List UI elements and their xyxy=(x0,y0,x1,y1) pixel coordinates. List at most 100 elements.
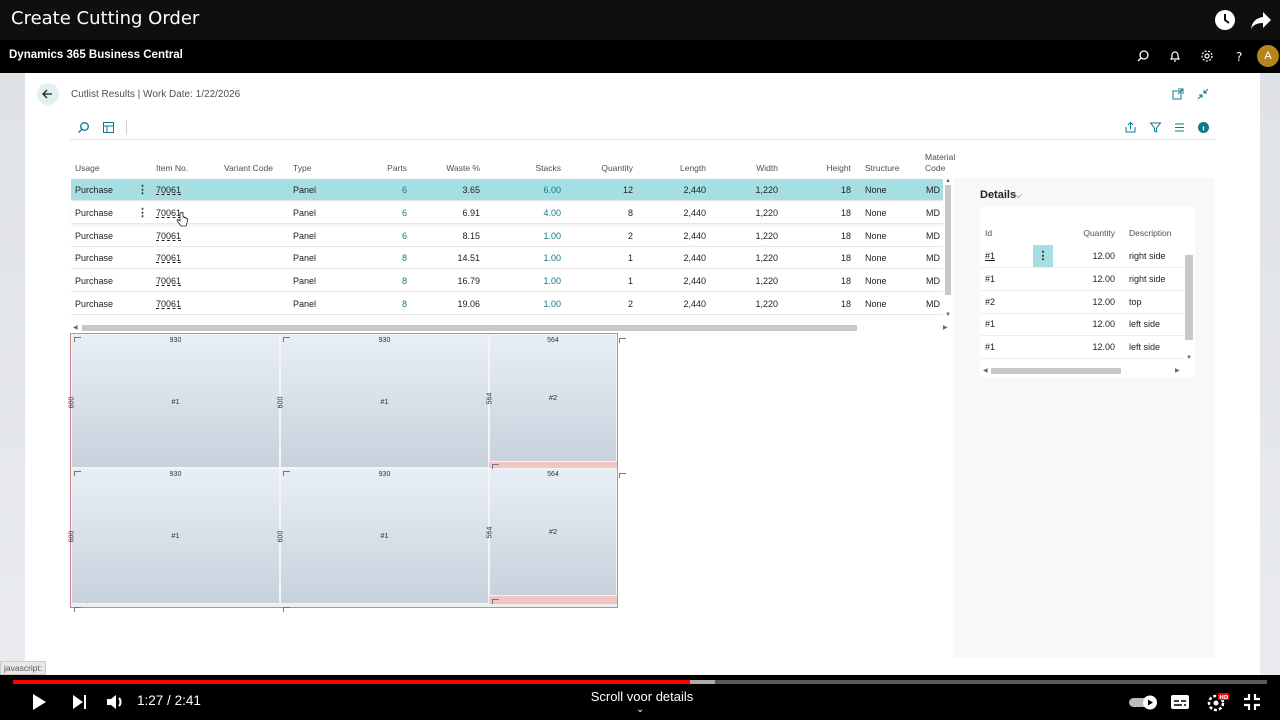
cell-stacks[interactable]: 1.00 xyxy=(510,276,561,286)
col-height[interactable]: Height xyxy=(805,163,851,173)
col-type[interactable]: Type xyxy=(293,163,311,173)
app-name[interactable]: Dynamics 365 Business Central xyxy=(9,49,183,61)
autoplay-toggle-icon[interactable] xyxy=(1128,690,1160,714)
details-row[interactable]: #1 12.00 left side xyxy=(981,313,1184,337)
cell-parts[interactable]: 8 xyxy=(368,276,407,286)
scroll-thumb[interactable] xyxy=(991,368,1121,374)
table-row[interactable]: Purchase 70061 Panel 8 14.51 1.00 1 2,440 1,220 1… xyxy=(71,247,943,270)
cell-stacks[interactable]: 1.00 xyxy=(510,253,561,263)
cell-stacks[interactable]: 1.00 xyxy=(510,299,561,309)
scroll-thumb[interactable] xyxy=(82,325,857,331)
col-material-code[interactable]: Material Code xyxy=(925,152,955,174)
cell-stacks[interactable]: 4.00 xyxy=(510,208,561,218)
col-structure[interactable]: Structure xyxy=(865,163,900,173)
details-cell-id[interactable]: #2 xyxy=(985,297,995,307)
cell-parts[interactable]: 8 xyxy=(368,299,407,309)
play-icon[interactable] xyxy=(26,690,50,714)
volume-icon[interactable] xyxy=(103,690,127,714)
cell-stacks[interactable]: 6.00 xyxy=(510,185,561,195)
table-row[interactable]: Purchase 70061 Panel 6 3.65 6.00 12 2,440 1,220 1… xyxy=(71,179,943,201)
next-icon[interactable] xyxy=(67,690,91,714)
search-icon[interactable] xyxy=(77,121,90,134)
scroll-down-icon[interactable]: ▼ xyxy=(945,312,951,318)
grid-horizontal-scrollbar[interactable]: ◀ ▶ xyxy=(71,323,951,332)
scroll-thumb[interactable] xyxy=(945,185,951,295)
details-horizontal-scrollbar[interactable]: ◀ ▶ xyxy=(981,366,1184,375)
gear-icon[interactable] xyxy=(1200,49,1214,63)
filter-icon[interactable] xyxy=(1149,121,1162,134)
col-usage[interactable]: Usage xyxy=(75,163,100,173)
grid-vertical-scrollbar[interactable]: ▲ ▼ xyxy=(944,178,952,322)
details-row[interactable]: #1 12.00 right side ⋮ xyxy=(981,245,1184,268)
info-icon[interactable] xyxy=(1197,121,1210,134)
list-icon[interactable] xyxy=(1173,121,1186,134)
share-icon[interactable] xyxy=(1124,121,1137,134)
col-quantity[interactable]: Quantity xyxy=(580,163,633,173)
panel-piece[interactable]: 930 600 #1 xyxy=(68,334,280,468)
chapter-title[interactable]: Scroll voor details xyxy=(560,689,724,704)
details-col-id[interactable]: Id xyxy=(985,228,992,238)
panel-piece[interactable]: 564 564 #2 xyxy=(486,334,617,462)
subtitles-icon[interactable] xyxy=(1168,690,1192,714)
row-menu-icon[interactable]: ⋮ xyxy=(1033,245,1053,267)
cell-item-no[interactable]: 70061 xyxy=(156,185,181,195)
details-cell-id[interactable]: #1 xyxy=(985,342,995,352)
bell-icon[interactable] xyxy=(1168,49,1182,63)
video-progress-bar[interactable] xyxy=(13,680,1267,684)
clock-icon[interactable] xyxy=(1213,8,1237,32)
collapse-icon[interactable] xyxy=(1197,88,1209,100)
col-variant-code[interactable]: Variant Code xyxy=(224,163,273,173)
details-title[interactable]: Details xyxy=(980,189,1016,201)
scroll-left-icon[interactable]: ◀ xyxy=(73,324,78,331)
video-title[interactable]: Create Cutting Order xyxy=(11,8,199,29)
table-row[interactable]: Purchase 70061 Panel 8 16.79 1.00 1 2,440 1,220 1… xyxy=(71,270,943,293)
cell-parts[interactable]: 8 xyxy=(368,253,407,263)
settings-hd-icon[interactable]: HD xyxy=(1205,690,1229,714)
col-width[interactable]: Width xyxy=(735,163,778,173)
details-row[interactable]: #1 12.00 right side xyxy=(981,268,1184,291)
cell-parts[interactable]: 6 xyxy=(368,185,407,195)
open-new-window-icon[interactable] xyxy=(1172,88,1184,100)
row-menu-icon[interactable]: ⋮ xyxy=(137,206,148,219)
cell-stacks[interactable]: 1.00 xyxy=(510,231,561,241)
details-col-quantity[interactable]: Quantity xyxy=(1074,228,1115,238)
scroll-left-icon[interactable]: ◀ xyxy=(983,367,988,374)
col-item-no[interactable]: Item No. xyxy=(156,163,188,173)
back-button[interactable] xyxy=(37,83,59,105)
cell-item-no[interactable]: 70061 xyxy=(156,231,181,241)
scroll-thumb[interactable] xyxy=(1185,255,1193,340)
details-row[interactable]: #1 12.00 left side xyxy=(981,336,1184,360)
details-cell-id[interactable]: #1 xyxy=(985,274,995,284)
col-parts[interactable]: Parts xyxy=(368,163,407,173)
layout-icon[interactable] xyxy=(102,121,115,134)
table-row[interactable]: Purchase 70061 Panel 6 8.15 1.00 2 2,440 1,220 18… xyxy=(71,225,943,247)
scroll-right-icon[interactable]: ▶ xyxy=(943,324,948,331)
avatar[interactable]: A xyxy=(1257,45,1279,67)
cell-item-no[interactable]: 70061 xyxy=(156,276,181,286)
chevron-down-icon[interactable]: ⌵ xyxy=(1015,190,1022,201)
panel-piece[interactable]: 930 600 #1 xyxy=(68,468,280,604)
share-icon[interactable] xyxy=(1249,8,1273,32)
exit-fullscreen-icon[interactable] xyxy=(1240,690,1264,714)
cell-item-no[interactable]: 70061 xyxy=(156,299,181,309)
scroll-right-icon[interactable]: ▶ xyxy=(1175,367,1180,374)
search-icon[interactable] xyxy=(1136,49,1150,63)
details-row[interactable]: #2 12.00 top xyxy=(981,291,1184,314)
cell-parts[interactable]: 6 xyxy=(368,208,407,218)
cell-parts[interactable]: 6 xyxy=(368,231,407,241)
details-cell-id[interactable]: #1 xyxy=(985,319,995,329)
col-stacks[interactable]: Stacks xyxy=(510,163,561,173)
details-vertical-scrollbar[interactable]: ▼ xyxy=(1185,247,1193,365)
cell-item-no[interactable]: 70061 xyxy=(156,253,181,263)
scroll-down-icon[interactable]: ▼ xyxy=(1186,355,1192,361)
details-cell-id[interactable]: #1 xyxy=(985,251,995,261)
col-waste[interactable]: Waste % xyxy=(430,163,480,173)
row-menu-icon[interactable]: ⋮ xyxy=(137,183,148,196)
col-length[interactable]: Length xyxy=(660,163,706,173)
details-col-description[interactable]: Description xyxy=(1129,228,1172,238)
panel-piece[interactable]: 930 600 #1 xyxy=(277,468,489,604)
panel-piece[interactable]: 564 564 #2 xyxy=(486,468,617,596)
scroll-up-icon[interactable]: ▲ xyxy=(945,178,951,184)
help-icon[interactable]: ? xyxy=(1232,49,1246,63)
table-row[interactable]: Purchase 70061 Panel 6 6.91 4.00 8 2,440 1,220 18… xyxy=(71,201,943,224)
